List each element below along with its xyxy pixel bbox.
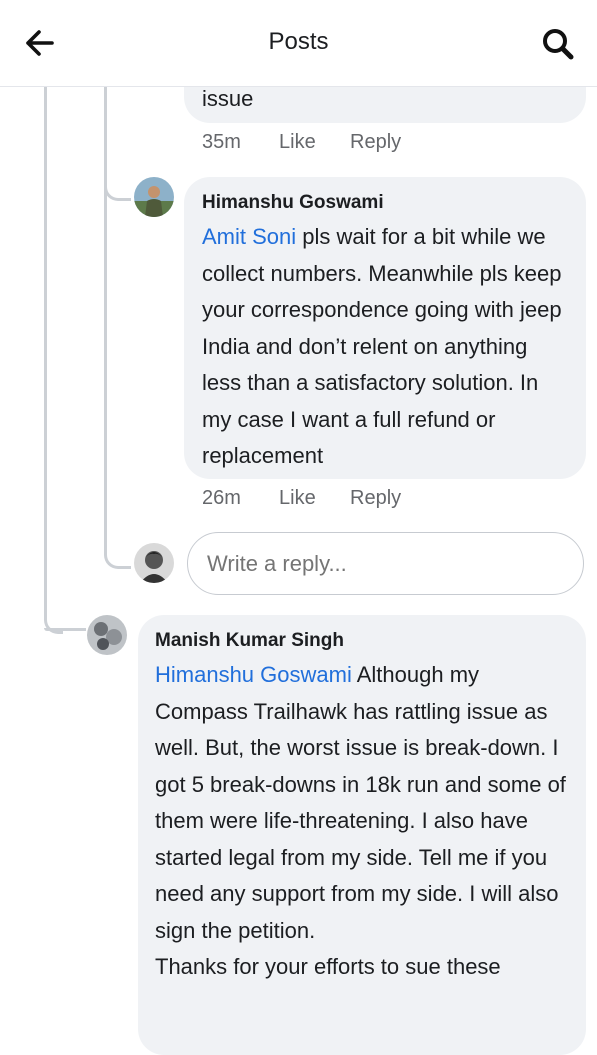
- thread-line-outer: [44, 86, 47, 620]
- page-title: Posts: [268, 28, 329, 55]
- search-icon: [543, 29, 574, 60]
- comment-bubble-2[interactable]: Himanshu Goswami Amit Soni pls wait for …: [184, 177, 586, 479]
- avatar[interactable]: [87, 615, 127, 655]
- avatar[interactable]: [134, 177, 174, 217]
- comment-meta-1: 35m Like Reply: [0, 131, 597, 161]
- current-user-avatar: [134, 543, 174, 583]
- comment-text: Himanshu Goswami Although my Compass Tra…: [155, 662, 566, 943]
- comment-time: 35m: [202, 131, 241, 153]
- thread-line-inner-curve-2: [104, 536, 131, 569]
- thread-line-inner-curve-1: [104, 168, 131, 201]
- mention-link[interactable]: Himanshu Goswami: [155, 662, 352, 687]
- like-button[interactable]: Like: [279, 131, 316, 154]
- reply-button[interactable]: Reply: [350, 131, 401, 154]
- comment-author[interactable]: Manish Kumar Singh: [155, 630, 568, 652]
- comment-text-continued: Thanks for your efforts to sue these: [155, 954, 501, 979]
- comment-author[interactable]: Himanshu Goswami: [202, 192, 568, 214]
- mention-link[interactable]: Amit Soni: [202, 224, 296, 249]
- reply-input[interactable]: [187, 532, 584, 595]
- comment-text: Amit Soni pls wait for a bit while we co…: [202, 224, 562, 468]
- like-button[interactable]: Like: [279, 487, 316, 510]
- comment-time: 26m: [202, 487, 241, 509]
- comment-bubble-3[interactable]: Manish Kumar Singh Himanshu Goswami Alth…: [138, 615, 586, 1055]
- comment-meta-2: 26m Like Reply: [0, 487, 597, 517]
- search-button[interactable]: [538, 24, 578, 64]
- top-bar: Posts: [0, 0, 597, 87]
- reply-button[interactable]: Reply: [350, 487, 401, 510]
